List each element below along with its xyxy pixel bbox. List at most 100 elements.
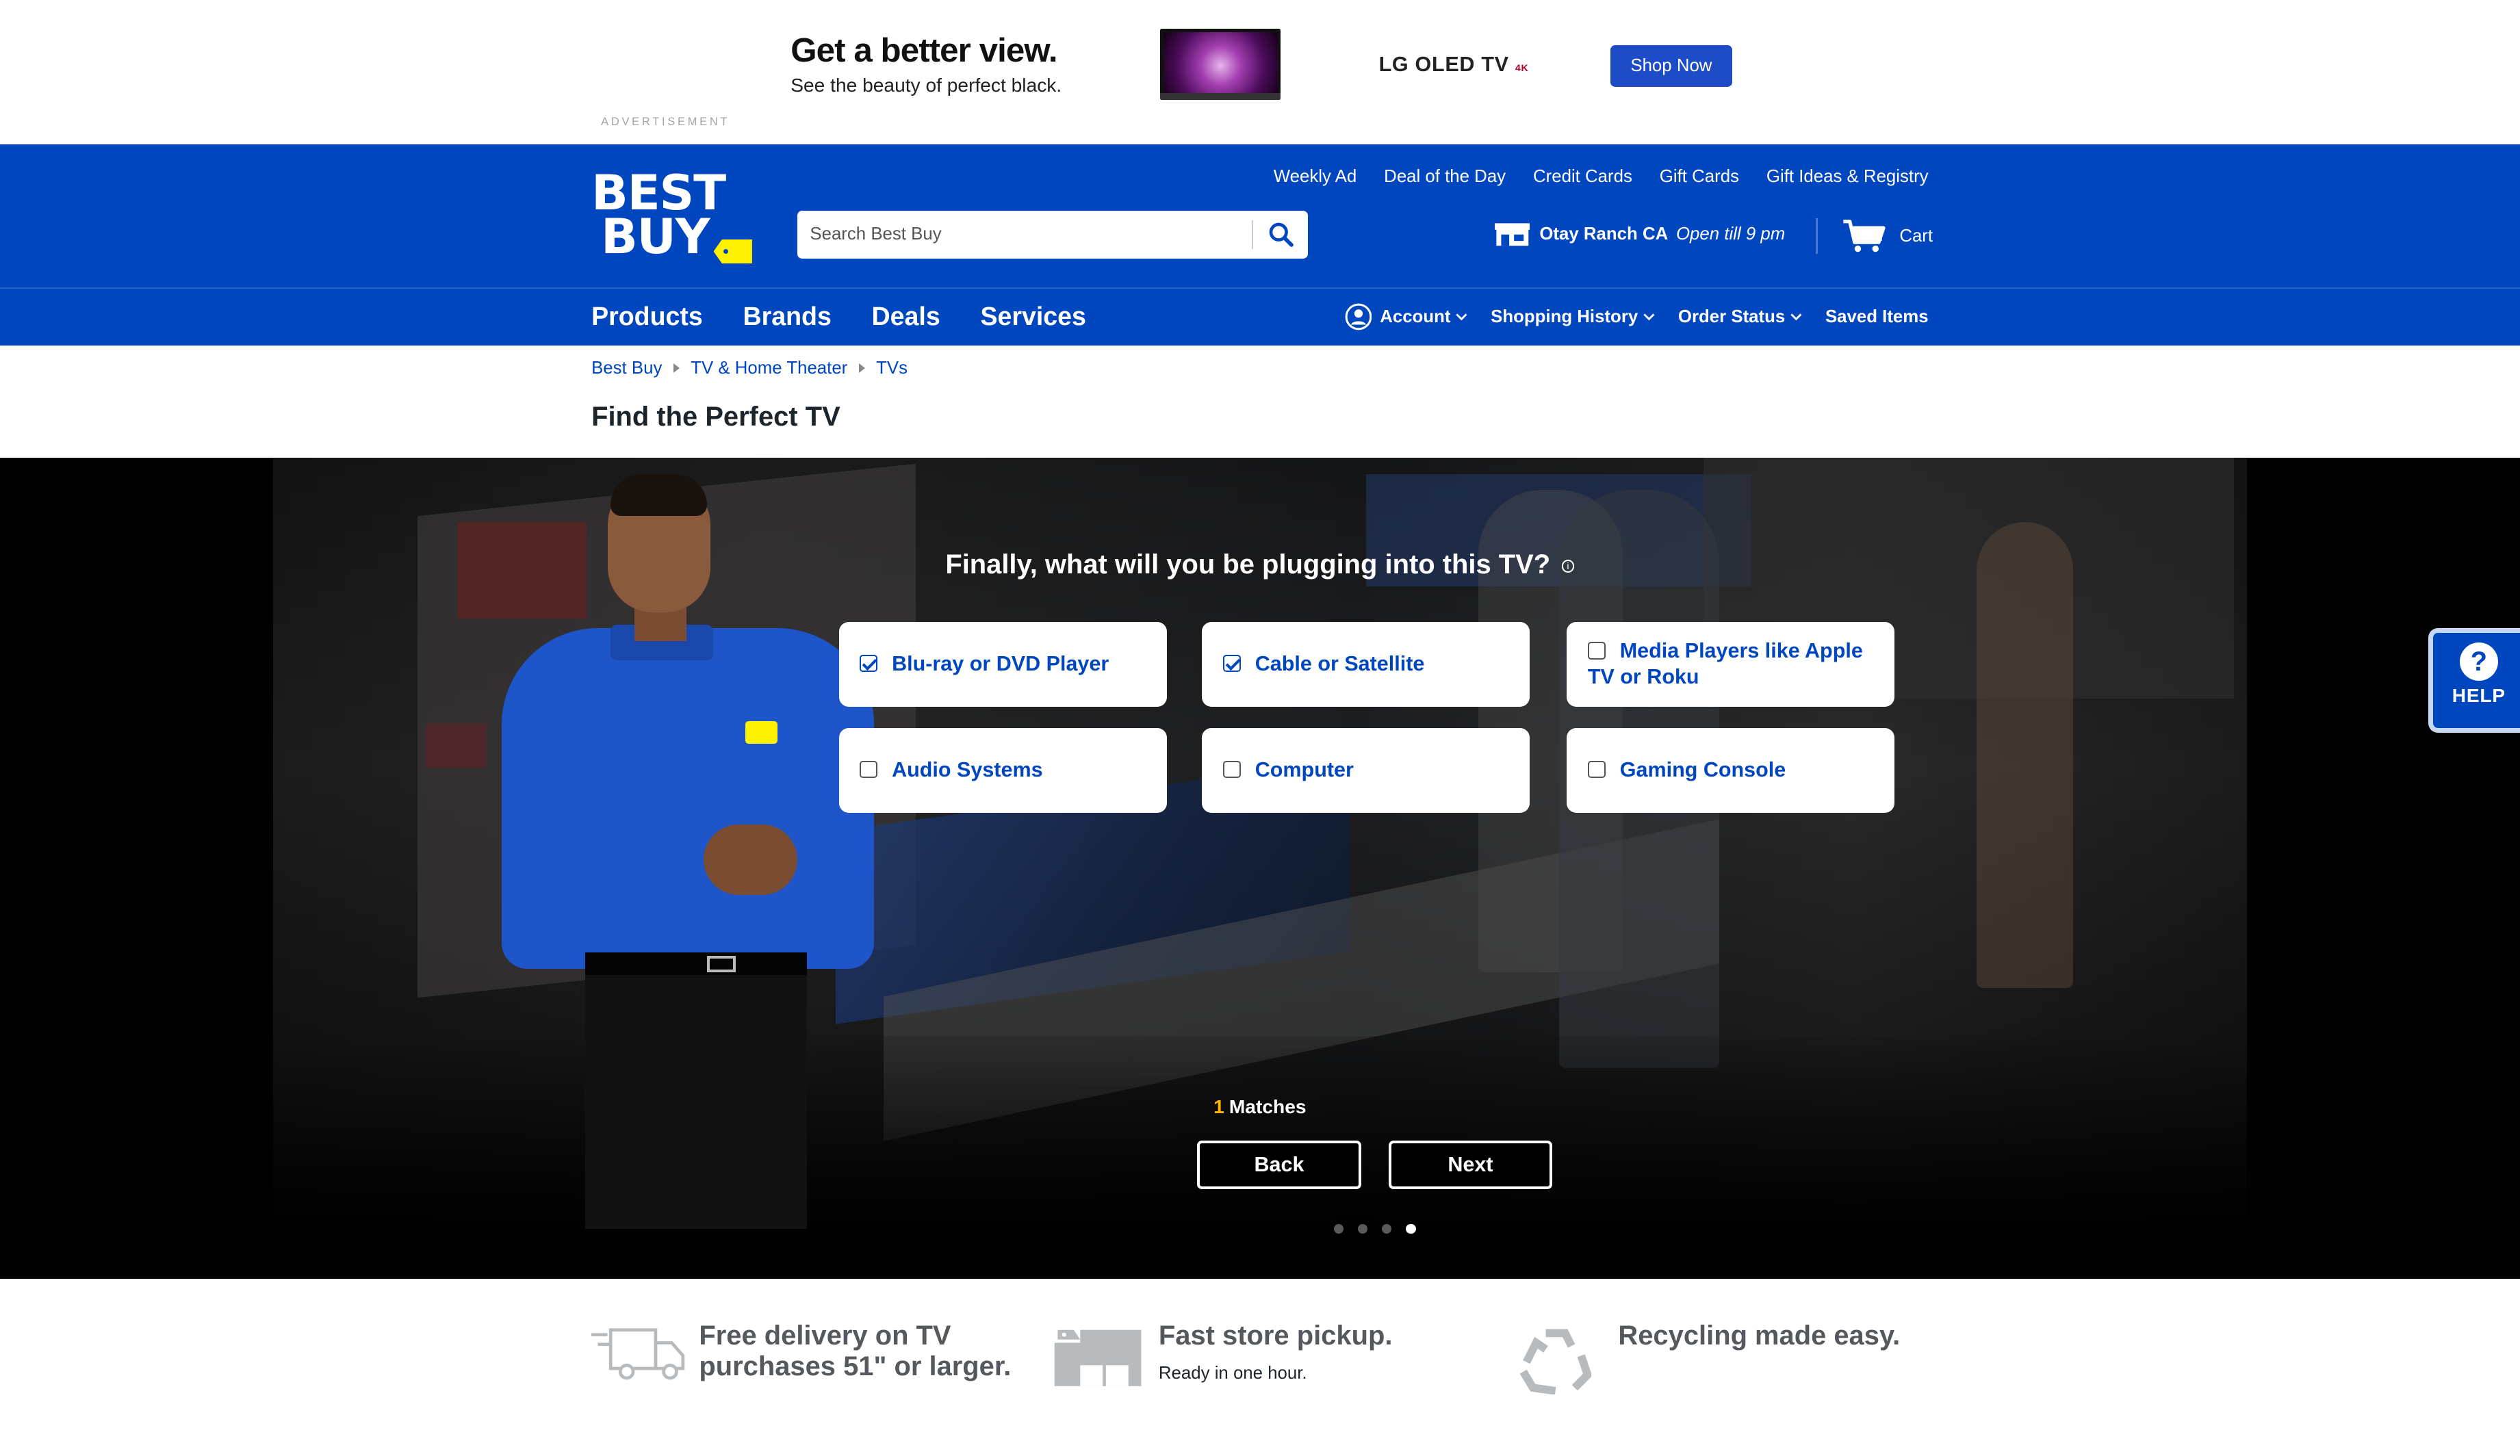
checkbox-icon[interactable] <box>860 760 877 779</box>
step-dot-active[interactable] <box>1406 1224 1416 1234</box>
option-label: Computer <box>1255 758 1354 782</box>
option-label: Gaming Console <box>1619 758 1786 782</box>
option-label: Audio Systems <box>892 758 1043 782</box>
search-box <box>797 210 1309 259</box>
logo-tag-icon <box>713 239 752 264</box>
option-computer[interactable]: Computer <box>1202 727 1530 814</box>
ad-shop-now-button[interactable]: Shop Now <box>1610 44 1733 87</box>
recycling-icon <box>1520 1329 1591 1395</box>
link-gift-cards[interactable]: Gift Cards <box>1660 167 1739 187</box>
nav-services[interactable]: Services <box>980 302 1086 331</box>
nav-deals[interactable]: Deals <box>872 302 940 331</box>
help-label: HELP <box>2452 684 2506 707</box>
checkbox-checked-icon[interactable] <box>1222 654 1241 673</box>
option-blu-ray-dvd[interactable]: Blu-ray or DVD Player <box>838 621 1167 707</box>
feature-title: Recycling made easy. <box>1618 1321 1901 1351</box>
match-number: 1 <box>1213 1095 1224 1118</box>
feature-free-delivery: Free delivery on TV purchases 51" or lar… <box>699 1321 1020 1381</box>
match-label: Matches <box>1229 1095 1307 1118</box>
utility-links: Weekly Ad Deal of the Day Credit Cards G… <box>1246 167 1929 187</box>
advertisement-banner[interactable]: Advertisement Get a better view. See the… <box>0 0 2520 145</box>
step-dot[interactable] <box>1333 1224 1343 1234</box>
quiz-question-text: Finally, what will you be plugging into … <box>945 549 1551 580</box>
best-buy-logo[interactable]: BEST BUY <box>591 169 752 265</box>
nav-account[interactable]: Account <box>1345 303 1469 330</box>
match-count: 1 Matches <box>0 1095 2520 1118</box>
checkbox-icon[interactable] <box>1587 760 1606 779</box>
option-label: Media Players like Apple TV or Roku <box>1587 639 1863 688</box>
delivery-truck-icon <box>591 1328 685 1380</box>
question-icon: ? <box>2459 642 2498 681</box>
chevron-down-icon <box>1790 313 1802 321</box>
search-input[interactable] <box>797 210 1252 259</box>
checkbox-icon[interactable] <box>1222 760 1241 779</box>
feature-title: Free delivery on TV purchases 51" or lar… <box>699 1321 1012 1381</box>
breadcrumb-arrow-icon <box>673 363 680 374</box>
ad-brand-name: LG OLED TV <box>1378 53 1509 77</box>
logo-line2: BUY <box>601 208 710 265</box>
main-nav: Products Brands Deals Services Account S… <box>0 287 2520 346</box>
ad-brand: LG OLED TV 4K <box>1379 53 1529 77</box>
page-title: Find the Perfect TV <box>591 402 840 432</box>
ad-label: Advertisement <box>601 116 730 129</box>
ad-subline: See the beauty of perfect black. <box>790 74 1062 96</box>
breadcrumb-tv-home-theater[interactable]: TV & Home Theater <box>691 359 847 378</box>
chevron-down-icon <box>1456 313 1467 321</box>
search-icon <box>1269 222 1294 247</box>
saved-items-label: Saved Items <box>1825 307 1929 326</box>
store-icon <box>1494 223 1530 246</box>
link-weekly-ad[interactable]: Weekly Ad <box>1274 167 1357 187</box>
option-cable-satellite[interactable]: Cable or Satellite <box>1202 621 1530 707</box>
step-dot[interactable] <box>1382 1224 1392 1234</box>
nav-saved-items[interactable]: Saved Items <box>1825 307 1929 327</box>
cart-button[interactable]: Cart <box>1842 218 1933 254</box>
checkbox-checked-icon[interactable] <box>860 654 877 673</box>
next-button[interactable]: Next <box>1388 1141 1553 1189</box>
ad-headline: Get a better view. <box>790 31 1057 69</box>
feature-store-pickup: Fast store pickup. Ready in one hour. <box>1159 1321 1393 1383</box>
option-audio-systems[interactable]: Audio Systems <box>838 727 1167 814</box>
header-divider <box>1816 218 1818 254</box>
tv-finder-quiz: Finally, what will you be plugging into … <box>0 458 2520 1279</box>
help-tab[interactable]: ? HELP <box>2428 628 2520 733</box>
option-media-players[interactable]: Media Players like Apple TV or Roku <box>1567 621 1895 707</box>
quiz-question: Finally, what will you be plugging into … <box>0 549 2520 580</box>
breadcrumb-tvs[interactable]: TVs <box>876 359 908 378</box>
feature-recycling: Recycling made easy. <box>1618 1321 1900 1351</box>
feature-subtitle: Ready in one hour. <box>1158 1364 1307 1383</box>
nav-shopping-history[interactable]: Shopping History <box>1491 307 1656 327</box>
option-label: Blu-ray or DVD Player <box>892 652 1109 676</box>
link-gift-ideas-registry[interactable]: Gift Ideas & Registry <box>1766 167 1929 187</box>
order-status-label: Order Status <box>1677 307 1786 326</box>
info-icon[interactable]: i <box>1561 560 1575 573</box>
chevron-down-icon <box>1643 313 1655 321</box>
step-indicator <box>1333 1224 1430 1234</box>
store-name: Otay Ranch CA <box>1539 224 1669 244</box>
link-deal-of-the-day[interactable]: Deal of the Day <box>1384 167 1506 187</box>
nav-products[interactable]: Products <box>591 302 703 331</box>
checkbox-icon[interactable] <box>1587 641 1606 660</box>
nav-brands[interactable]: Brands <box>743 302 831 331</box>
store-selector[interactable]: Otay Ranch CA Open till 9 pm <box>1494 222 1786 248</box>
search-button[interactable] <box>1253 211 1308 259</box>
store-hours: Open till 9 pm <box>1675 224 1786 244</box>
feature-title: Fast store pickup. <box>1158 1321 1393 1351</box>
site-header: BEST BUY Weekly Ad Deal of the Day Credi… <box>0 144 2520 288</box>
option-label: Cable or Satellite <box>1255 652 1425 676</box>
account-icon <box>1345 303 1372 330</box>
account-label: Account <box>1380 307 1451 326</box>
option-gaming-console[interactable]: Gaming Console <box>1567 727 1895 814</box>
back-button[interactable]: Back <box>1197 1141 1361 1189</box>
breadcrumb-arrow-icon <box>858 363 865 374</box>
store-pickup-icon <box>1054 1330 1142 1387</box>
cart-label: Cart <box>1899 226 1933 246</box>
nav-order-status[interactable]: Order Status <box>1678 307 1803 327</box>
ad-tv-image <box>1160 29 1281 100</box>
cart-icon <box>1843 220 1886 252</box>
step-dot[interactable] <box>1358 1224 1368 1234</box>
link-credit-cards[interactable]: Credit Cards <box>1533 167 1632 187</box>
ad-brand-suffix: 4K <box>1515 62 1529 74</box>
breadcrumb: Best Buy TV & Home Theater TVs <box>591 359 908 378</box>
shopping-history-label: Shopping History <box>1491 307 1638 326</box>
breadcrumb-best-buy[interactable]: Best Buy <box>591 359 662 378</box>
